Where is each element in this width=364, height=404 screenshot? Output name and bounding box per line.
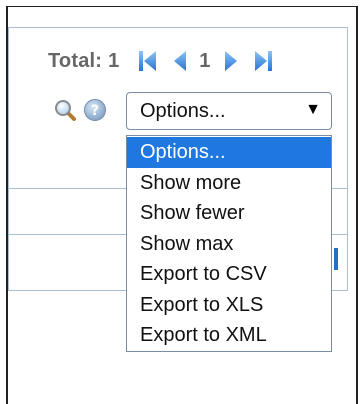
help-icon[interactable]: ? (82, 97, 108, 123)
next-page-icon[interactable] (220, 49, 242, 73)
first-page-icon[interactable] (137, 49, 159, 73)
option-export-csv[interactable]: Export to CSV (127, 259, 331, 290)
option-export-xls[interactable]: Export to XLS (127, 290, 331, 321)
total-label: Total: (48, 49, 103, 72)
pager: Total: 1 1 (48, 47, 274, 75)
last-page-icon[interactable] (252, 49, 274, 73)
previous-page-icon[interactable] (169, 49, 191, 73)
option-options[interactable]: Options... (127, 137, 331, 168)
grid-edge-marker (334, 248, 338, 270)
svg-text:?: ? (91, 103, 99, 119)
options-select-value: Options... (140, 99, 226, 122)
option-show-max[interactable]: Show max (127, 229, 331, 260)
dropdown-arrow-icon: ▼ (305, 101, 321, 118)
option-show-more[interactable]: Show more (127, 168, 331, 199)
options-select[interactable]: Options... ▼ (126, 92, 332, 130)
toolbar: ? (52, 90, 112, 130)
current-page-number: 1 (199, 49, 211, 72)
search-icon[interactable] (52, 97, 78, 123)
option-show-fewer[interactable]: Show fewer (127, 198, 331, 229)
options-dropdown-list: Options... Show more Show fewer Show max… (126, 135, 332, 352)
option-export-xml[interactable]: Export to XML (127, 320, 331, 351)
total-count: 1 (108, 49, 120, 72)
